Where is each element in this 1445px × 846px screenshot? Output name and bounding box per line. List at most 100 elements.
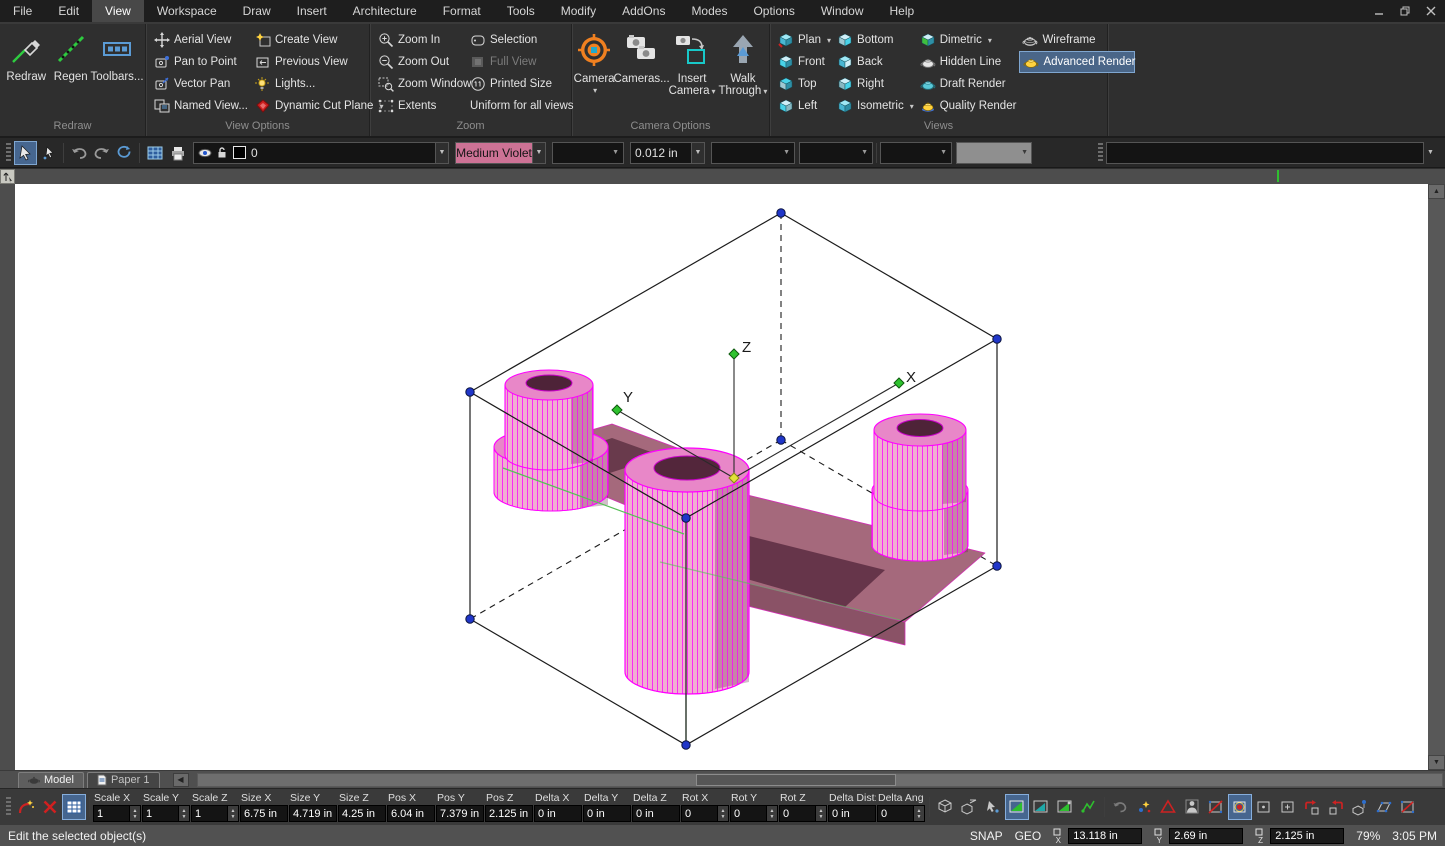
- menu-addons[interactable]: AddOns: [609, 0, 678, 22]
- camera-button[interactable]: Camera ▾: [574, 29, 615, 119]
- z-axis-handle[interactable]: [729, 349, 739, 359]
- menu-help[interactable]: Help: [877, 0, 928, 22]
- rot-x-input[interactable]: 0▲▼: [681, 805, 729, 822]
- delta-x-input[interactable]: 0 in: [534, 805, 582, 822]
- delta-dist-input[interactable]: 0 in: [828, 805, 876, 822]
- spinner[interactable]: ▲▼: [178, 806, 189, 821]
- zoom-selection-item[interactable]: Selection: [467, 29, 577, 51]
- rect-mode-a-icon[interactable]: [1252, 794, 1276, 820]
- view-front-item[interactable]: Front: [775, 51, 834, 73]
- delta-ang-input[interactable]: 0▲▼: [877, 805, 925, 822]
- horizontal-scroll-thumb[interactable]: [696, 774, 896, 786]
- zoom-out-item[interactable]: Zoom Out: [375, 51, 467, 73]
- menu-modify[interactable]: Modify: [548, 0, 609, 22]
- zoom-level[interactable]: 79%: [1356, 829, 1380, 843]
- zoom-in-item[interactable]: Zoom In: [375, 29, 467, 51]
- layer-visible-icon[interactable]: [198, 147, 212, 159]
- lasso-select-button[interactable]: [113, 141, 136, 165]
- line-end-combo[interactable]: ▼: [799, 142, 873, 164]
- y-axis-handle[interactable]: [612, 405, 622, 415]
- walk-through-button[interactable]: Walk Through▾: [718, 29, 767, 119]
- x-axis-handle[interactable]: [894, 378, 904, 388]
- pos-x-input[interactable]: 6.04 in: [387, 805, 435, 822]
- corner-handle[interactable]: [682, 741, 690, 749]
- center-handle-icon[interactable]: [1228, 794, 1252, 820]
- restore-icon[interactable]: [1398, 5, 1411, 18]
- dropdown-caret[interactable]: ▼: [940, 149, 947, 156]
- view-bottom-item[interactable]: Bottom: [834, 29, 917, 51]
- spinner[interactable]: ▲▼: [717, 806, 728, 821]
- drawing-viewport[interactable]: X Y Z: [15, 184, 1428, 770]
- menu-edit[interactable]: Edit: [45, 0, 92, 22]
- tab-model[interactable]: Model: [18, 772, 84, 788]
- line-style-combo[interactable]: ▼: [711, 142, 795, 164]
- dropdown-caret[interactable]: ▾: [711, 87, 715, 96]
- draft-render-item[interactable]: Draft Render: [917, 73, 1020, 95]
- pos-y-input[interactable]: 7.379 in: [436, 805, 484, 822]
- dropdown-caret[interactable]: ▾: [988, 36, 992, 45]
- vector-pan-item[interactable]: Vector Pan: [151, 73, 252, 95]
- redo-button[interactable]: [90, 141, 113, 165]
- corner-handle[interactable]: [777, 436, 785, 444]
- tab-paper-1[interactable]: Paper 1: [87, 772, 160, 788]
- menu-view[interactable]: View: [92, 0, 144, 22]
- rot-y-input[interactable]: 0▲▼: [730, 805, 778, 822]
- spinner[interactable]: ▲▼: [129, 806, 140, 821]
- window-pick-crossing-icon[interactable]: [1053, 794, 1077, 820]
- dropdown-caret[interactable]: ▾: [827, 36, 831, 45]
- geo-toggle[interactable]: GEO: [1015, 829, 1042, 843]
- insert-camera-button[interactable]: Insert Camera▾: [669, 29, 716, 119]
- pin-selection-icon[interactable]: [1348, 794, 1372, 820]
- pos-z-input[interactable]: 2.125 in: [485, 805, 533, 822]
- previous-view-item[interactable]: Previous View: [252, 51, 364, 73]
- menu-options[interactable]: Options: [740, 0, 807, 22]
- jump-b-icon[interactable]: [1324, 794, 1348, 820]
- menu-draw[interactable]: Draw: [230, 0, 284, 22]
- menu-format[interactable]: Format: [430, 0, 494, 22]
- zoom-window-item[interactable]: Zoom Window: [375, 73, 467, 95]
- edit-reference-button[interactable]: [14, 794, 38, 820]
- menu-insert[interactable]: Insert: [284, 0, 340, 22]
- x-coordinate-input[interactable]: 13.118 in: [1068, 828, 1142, 844]
- hidden-line-item[interactable]: Hidden Line: [917, 51, 1020, 73]
- drawing-canvas[interactable]: X Y Z: [15, 184, 1428, 770]
- print-button[interactable]: [166, 141, 189, 165]
- corner-handle[interactable]: [993, 562, 1001, 570]
- dynamic-cut-plane-item[interactable]: Dynamic Cut Plane ▾: [252, 95, 364, 117]
- layer-dropdown-caret[interactable]: ▼: [436, 142, 449, 164]
- toolbar-grip[interactable]: [1098, 143, 1103, 163]
- menu-tools[interactable]: Tools: [494, 0, 548, 22]
- printed-size-item[interactable]: Printed Size: [467, 73, 577, 95]
- minimize-icon[interactable]: [1372, 5, 1385, 18]
- undo-button[interactable]: [67, 141, 90, 165]
- z-coordinate-input[interactable]: 2.125 in: [1270, 828, 1344, 844]
- regen-button[interactable]: Regen: [50, 29, 93, 119]
- layer-lock-icon[interactable]: [216, 146, 228, 159]
- layer-combo[interactable]: 0: [193, 142, 436, 164]
- named-view-item[interactable]: Named View...: [151, 95, 252, 117]
- jump-a-icon[interactable]: [1300, 794, 1324, 820]
- corner-handle[interactable]: [993, 335, 1001, 343]
- rot-z-input[interactable]: 0▲▼: [779, 805, 827, 822]
- vertical-scrollbar[interactable]: ▲ ▼: [1428, 184, 1445, 770]
- spinner[interactable]: ▲▼: [913, 806, 924, 821]
- origin-corner-button[interactable]: [0, 169, 15, 184]
- color-combo[interactable]: Medium Violet: [455, 142, 533, 164]
- brush-style-combo[interactable]: ▼: [552, 142, 624, 164]
- horizontal-scrollbar[interactable]: [197, 773, 1444, 787]
- select-2d-icon[interactable]: [957, 794, 981, 820]
- toolbars-button[interactable]: Toolbars...: [94, 29, 140, 119]
- view-right-item[interactable]: Right: [834, 73, 917, 95]
- view-back-item[interactable]: Back: [834, 51, 917, 73]
- dropdown-caret[interactable]: ▼: [612, 149, 619, 156]
- dropdown-caret[interactable]: ▾: [910, 102, 914, 111]
- size-z-input[interactable]: 4.25 in: [338, 805, 386, 822]
- scroll-down-icon[interactable]: ▼: [1428, 755, 1445, 770]
- color-dropdown-caret[interactable]: ▼: [533, 142, 546, 164]
- warning-select-icon[interactable]: [1156, 794, 1180, 820]
- uniform-for-all-views-item[interactable]: Uniform for all views: [467, 95, 577, 117]
- open-window-mode-icon[interactable]: [1005, 794, 1029, 820]
- spinner[interactable]: ▲▼: [815, 806, 826, 821]
- close-icon[interactable]: [1424, 5, 1437, 18]
- selection-info-table-button[interactable]: [143, 141, 166, 165]
